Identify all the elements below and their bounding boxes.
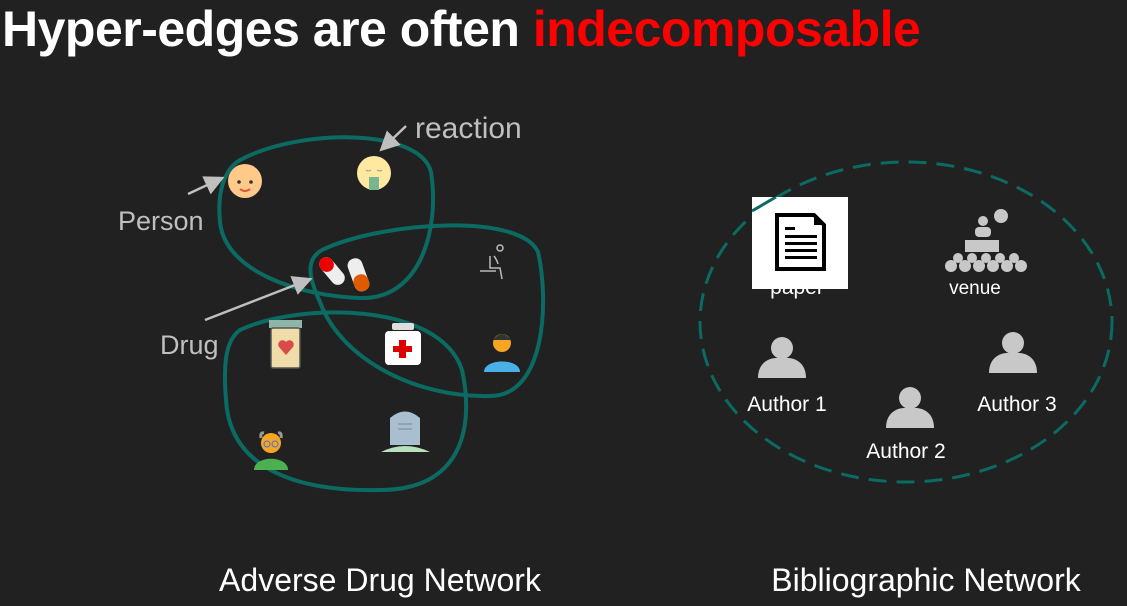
bibliographic-caption: Bibliographic Network — [771, 562, 1081, 598]
paper-icon — [752, 197, 848, 289]
sitting-person-icon — [480, 244, 504, 280]
venue-icon — [945, 209, 1027, 272]
title-highlight: indecomposable — [532, 1, 921, 57]
medicine-bottle-icon — [385, 323, 421, 365]
slide: Hyper-edges are often indecomposable rea… — [0, 0, 1127, 606]
sick-face-icon — [357, 156, 391, 190]
pills-icon — [319, 257, 370, 292]
man-icon — [484, 334, 520, 372]
author-3-label: Author 3 — [977, 393, 1057, 416]
person-label: Person — [118, 206, 204, 236]
title-text: Hyper-edges are often — [2, 1, 533, 57]
author-2-label: Author 2 — [866, 440, 946, 463]
author-2-icon — [886, 387, 934, 428]
tombstone-icon — [381, 411, 430, 452]
venue-label: venue — [949, 278, 1001, 299]
old-man-icon — [254, 431, 288, 470]
reaction-label: reaction — [415, 112, 522, 145]
author-1-icon — [758, 337, 806, 378]
person-arrow — [187, 176, 225, 196]
diagram-canvas — [187, 125, 1114, 493]
medicine-jar-icon — [269, 320, 302, 369]
drug-label: Drug — [160, 330, 219, 360]
baby-icon — [228, 164, 262, 198]
author-1-label: Author 1 — [747, 393, 827, 416]
author-3-icon — [989, 332, 1037, 373]
adverse-drug-caption: Adverse Drug Network — [219, 562, 541, 598]
slide-title: Hyper-edges are often indecomposable — [2, 0, 921, 58]
